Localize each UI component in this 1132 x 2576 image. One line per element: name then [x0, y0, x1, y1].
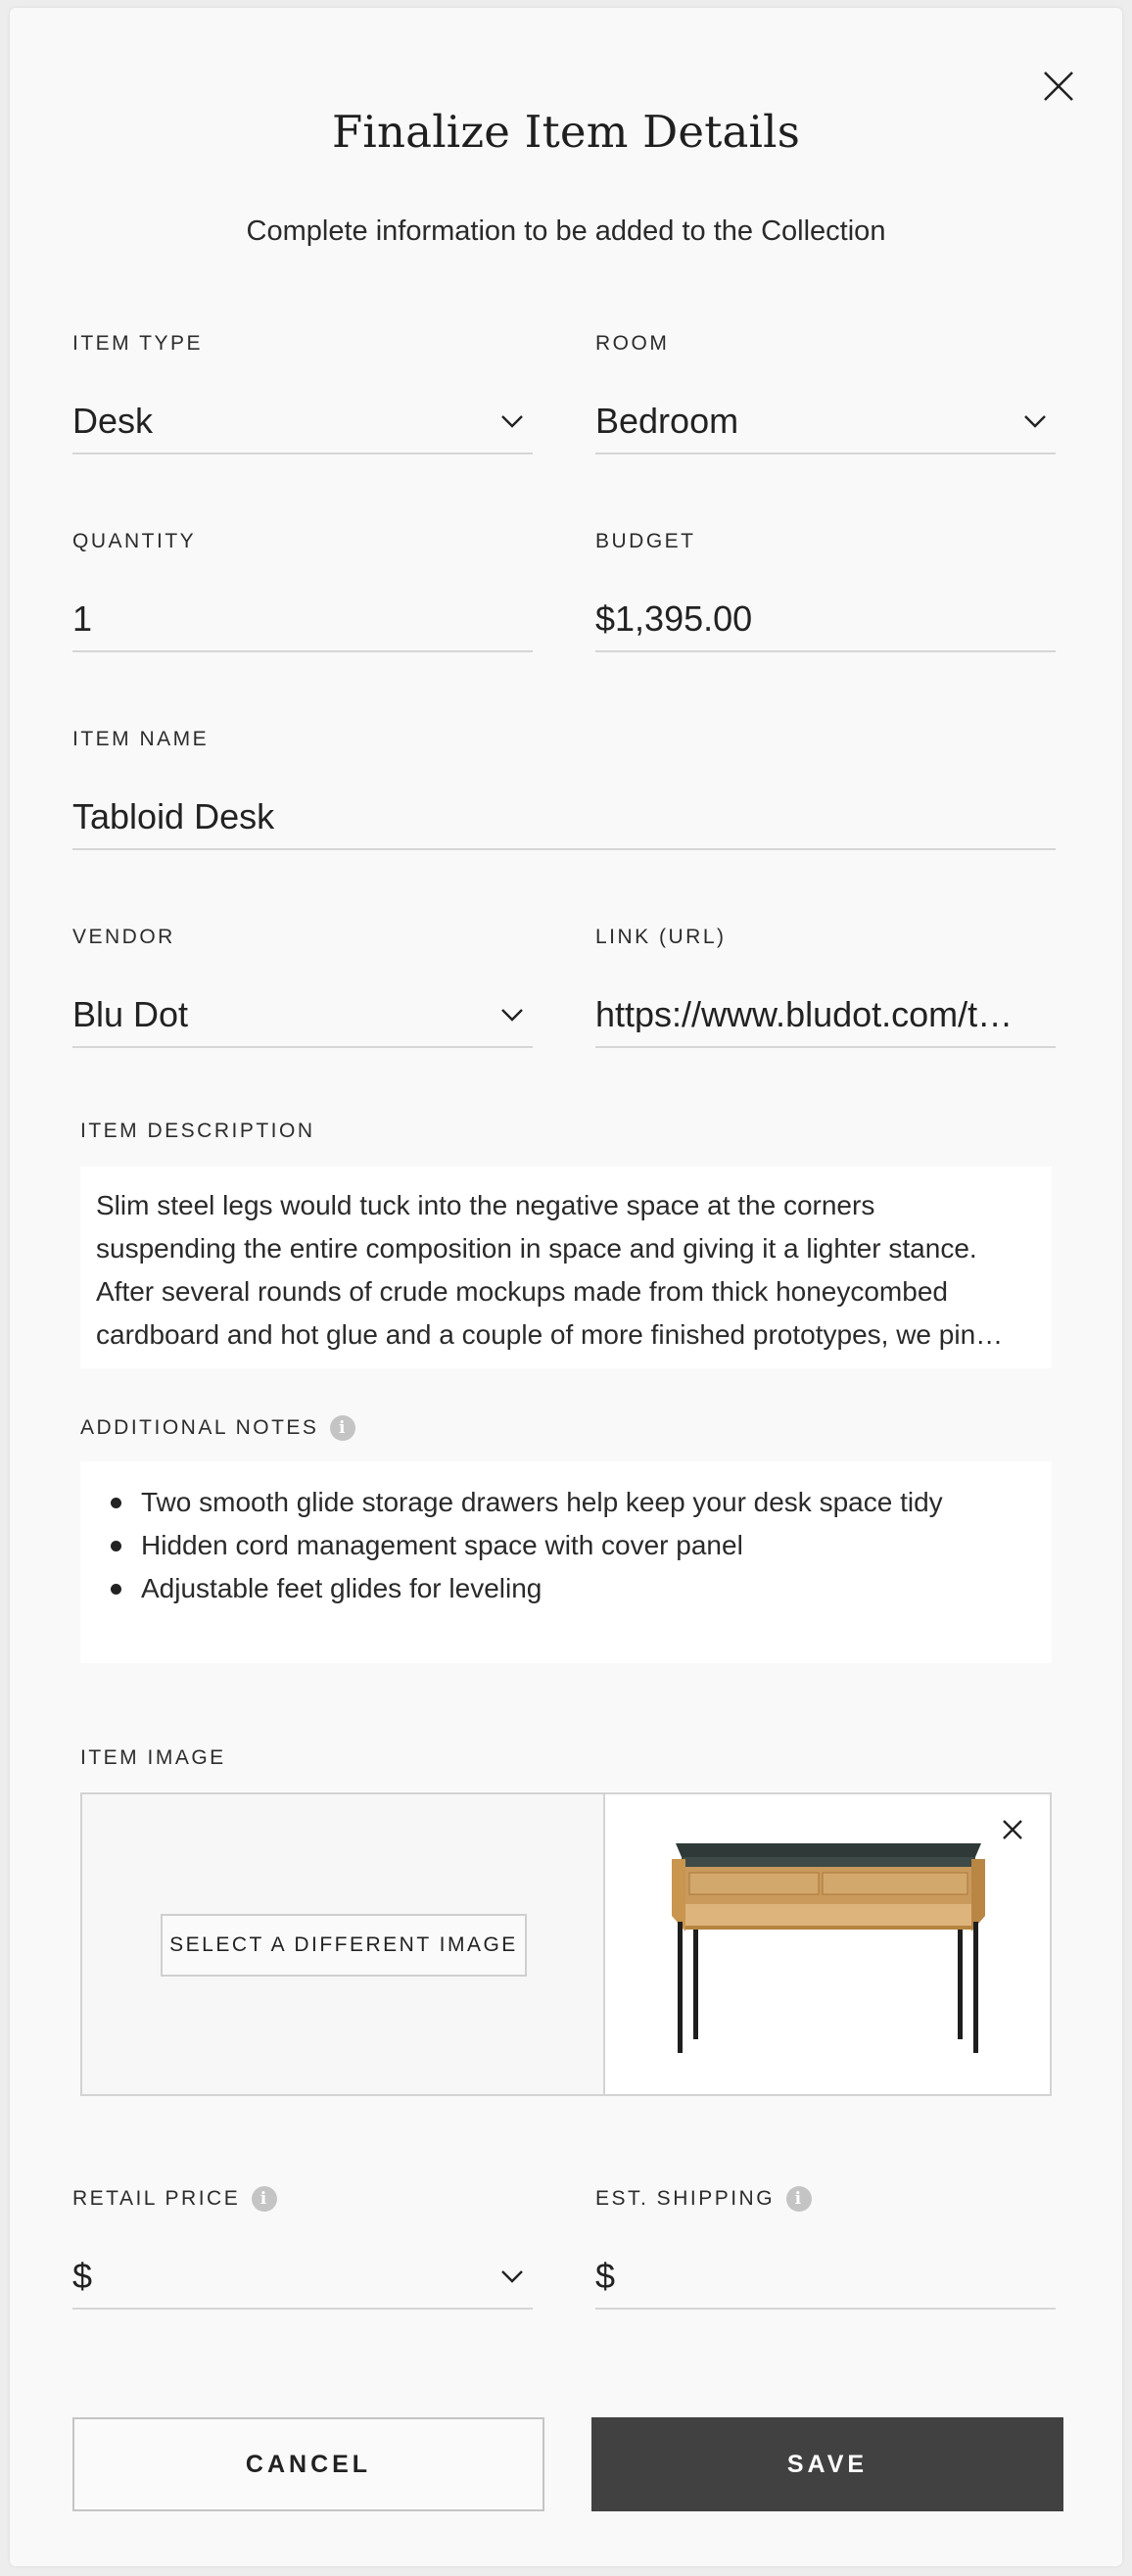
vendor-field: VENDOR Blu Dot — [72, 925, 533, 1048]
item-name-input[interactable]: Tabloid Desk — [72, 786, 1056, 850]
additional-notes-textarea[interactable]: Two smooth glide storage drawers help ke… — [80, 1461, 1052, 1663]
retail-price-label: RETAIL PRICE — [72, 2187, 241, 2210]
retail-price-value: $ — [72, 2259, 93, 2294]
room-select[interactable]: Bedroom — [595, 390, 1056, 454]
list-item: Adjustable feet glides for leveling — [106, 1567, 1052, 1610]
budget-field: BUDGET $1,395.00 — [595, 529, 1056, 652]
est-shipping-value: $ — [595, 2259, 616, 2294]
save-button[interactable]: SAVE — [591, 2417, 1063, 2511]
room-value: Bedroom — [595, 404, 739, 439]
description-line: After several rounds of crude mockups ma… — [96, 1276, 948, 1307]
link-field: LINK (URL) https://www.bludot.com/t… — [595, 925, 1056, 1048]
description-line: Slim steel legs would tuck into the nega… — [96, 1190, 875, 1220]
chevron-down-icon — [1024, 415, 1046, 428]
room-label: ROOM — [595, 332, 670, 355]
link-label: LINK (URL) — [595, 926, 727, 948]
description-line: cardboard and hot glue and a couple of m… — [96, 1319, 1004, 1350]
link-value: https://www.bludot.com/t… — [595, 997, 1014, 1032]
quantity-field: QUANTITY 1 — [72, 529, 533, 652]
item-type-label: ITEM TYPE — [72, 332, 203, 355]
item-name-value: Tabloid Desk — [72, 799, 275, 835]
chevron-down-icon — [501, 415, 523, 428]
finalize-item-modal: Finalize Item Details Complete informati… — [10, 8, 1122, 2566]
budget-value: $1,395.00 — [595, 601, 753, 637]
additional-notes-label: ADDITIONAL NOTES — [80, 1416, 319, 1439]
chevron-down-icon — [501, 1009, 523, 1022]
item-image-preview — [605, 1794, 1050, 2094]
retail-price-field: RETAIL PRICE i $ — [72, 2186, 533, 2310]
description-line: suspending the entire composition in spa… — [96, 1233, 977, 1264]
est-shipping-input[interactable]: $ — [595, 2245, 1056, 2310]
close-icon[interactable] — [1041, 69, 1076, 104]
quantity-input[interactable]: 1 — [72, 588, 533, 652]
item-type-field: ITEM TYPE Desk — [72, 331, 533, 454]
list-item: Hidden cord management space with cover … — [106, 1524, 1052, 1567]
select-different-image-button[interactable]: SELECT A DIFFERENT IMAGE — [161, 1914, 527, 1977]
item-description-label: ITEM DESCRIPTION — [80, 1120, 315, 1142]
budget-input[interactable]: $1,395.00 — [595, 588, 1056, 652]
vendor-select[interactable]: Blu Dot — [72, 983, 533, 1048]
item-image-label: ITEM IMAGE — [80, 1746, 226, 1769]
vendor-value: Blu Dot — [72, 997, 189, 1032]
item-type-value: Desk — [72, 404, 154, 439]
item-name-label: ITEM NAME — [72, 728, 210, 750]
room-field: ROOM Bedroom — [595, 331, 1056, 454]
info-icon[interactable]: i — [786, 2186, 813, 2212]
list-item: Two smooth glide storage drawers help ke… — [106, 1481, 1052, 1524]
modal-subtitle: Complete information to be added to the … — [246, 215, 886, 247]
est-shipping-label: EST. SHIPPING — [595, 2187, 776, 2210]
info-icon[interactable]: i — [252, 2186, 278, 2212]
item-description-label-wrap: ITEM DESCRIPTION — [80, 1119, 315, 1144]
cancel-button[interactable]: CANCEL — [72, 2417, 544, 2511]
item-image-box: SELECT A DIFFERENT IMAGE — [80, 1792, 1052, 2096]
item-type-select[interactable]: Desk — [72, 390, 533, 454]
quantity-label: QUANTITY — [72, 530, 197, 552]
item-name-field: ITEM NAME Tabloid Desk — [72, 727, 1056, 850]
remove-image-icon[interactable] — [999, 1816, 1026, 1843]
modal-title: Finalize Item Details — [331, 106, 801, 158]
desk-image — [672, 1843, 985, 2053]
quantity-value: 1 — [72, 601, 93, 637]
additional-notes-label-wrap: ADDITIONAL NOTES i — [80, 1415, 356, 1441]
retail-price-select[interactable]: $ — [72, 2245, 533, 2310]
item-image-label-wrap: ITEM IMAGE — [80, 1745, 226, 1771]
info-icon[interactable]: i — [330, 1415, 356, 1441]
vendor-label: VENDOR — [72, 926, 175, 948]
est-shipping-field: EST. SHIPPING i $ — [595, 2186, 1056, 2310]
budget-label: BUDGET — [595, 530, 696, 552]
chevron-down-icon — [501, 2270, 523, 2283]
link-input[interactable]: https://www.bludot.com/t… — [595, 983, 1056, 1048]
item-description-textarea[interactable]: Slim steel legs would tuck into the nega… — [80, 1167, 1052, 1368]
